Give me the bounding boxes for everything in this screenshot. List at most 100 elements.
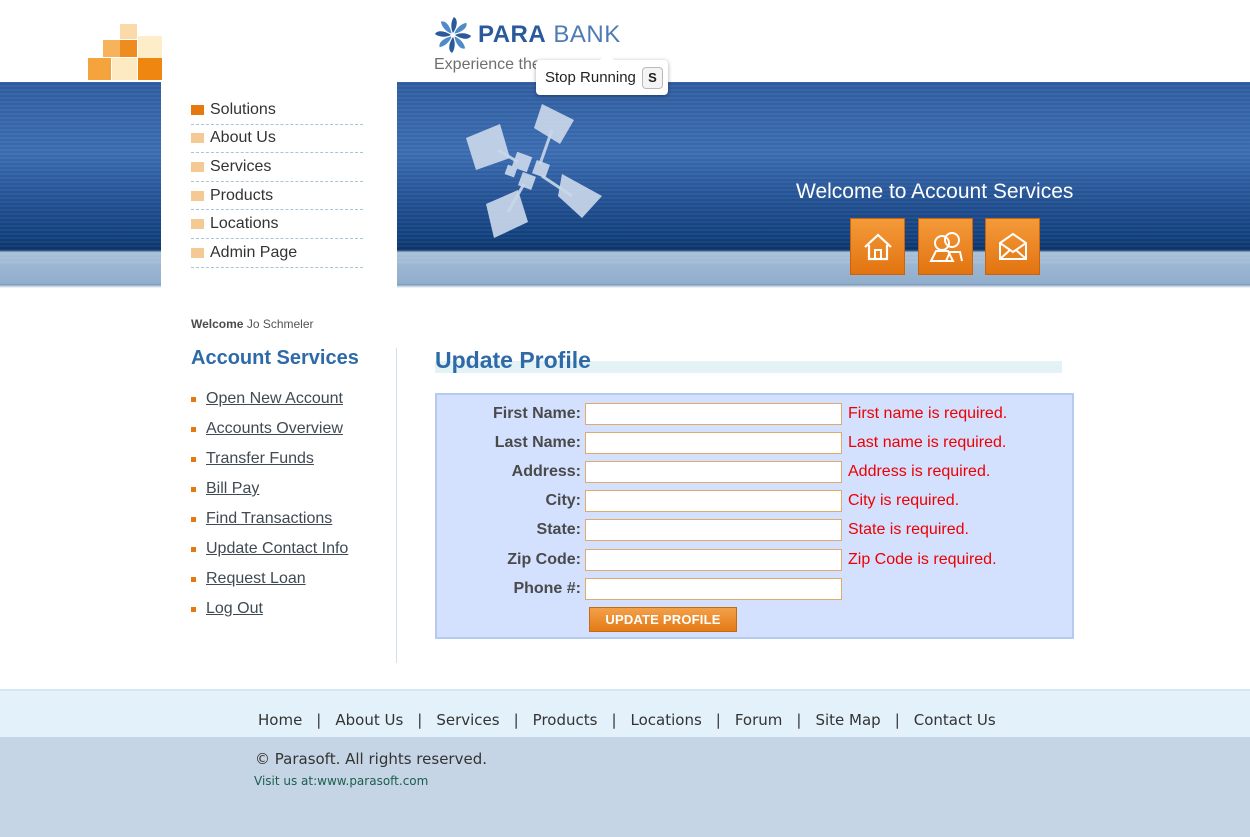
menu-item-open-new-account: Open New Account xyxy=(191,384,348,414)
last-name-label: Last Name: xyxy=(494,434,581,451)
page-title: Update Profile xyxy=(435,347,591,373)
cubes-logo-decoration xyxy=(88,24,164,82)
parasoft-link[interactable]: Visit us at:www.parasoft.com xyxy=(254,774,428,788)
city-label: City: xyxy=(545,492,581,509)
bullet-icon xyxy=(191,576,196,582)
nav-square-icon xyxy=(191,219,204,230)
nav-square-icon xyxy=(191,190,204,201)
account-services-title: Account Services xyxy=(191,347,359,369)
logo-para-text: PARA xyxy=(478,21,547,48)
footer-separator: | xyxy=(894,711,900,729)
footer-navigation: Home | About Us | Services | Products | Loca… xyxy=(258,711,996,729)
state-error: State is required. xyxy=(848,521,969,538)
footer-link-locations[interactable]: Locations xyxy=(631,711,702,729)
column-divider xyxy=(396,348,397,663)
welcome-user: Welcome Jo Schmeler xyxy=(191,317,314,331)
footer-link-services[interactable]: Services xyxy=(436,711,499,729)
top-nav-about-us[interactable]: About Us xyxy=(191,125,363,154)
first-name-error: First name is required. xyxy=(848,405,1008,422)
footer-link-contact-us[interactable]: Contact Us xyxy=(914,711,996,729)
footer-link-home[interactable]: Home xyxy=(258,711,302,729)
last-name-row: Last Name: Last name is required. xyxy=(437,432,1006,454)
nav-square-icon xyxy=(191,247,204,258)
parabank-logo[interactable]: PARA BANK xyxy=(434,15,621,55)
zip-code-label: Zip Code: xyxy=(507,551,581,568)
state-field[interactable] xyxy=(585,519,842,541)
account-services-menu: Open New Account Accounts Overview Trans… xyxy=(191,384,348,624)
top-nav-products[interactable]: Products xyxy=(191,182,363,211)
banner-title: Welcome to Account Services xyxy=(796,180,1074,203)
footer-separator: | xyxy=(611,711,617,729)
phone-label: Phone #: xyxy=(513,580,581,597)
top-nav-solutions[interactable]: Solutions xyxy=(191,96,363,125)
address-field[interactable] xyxy=(585,461,842,483)
bullet-icon xyxy=(191,516,196,522)
footer-separator: | xyxy=(513,711,519,729)
menu-item-request-loan: Request Loan xyxy=(191,564,348,594)
last-name-error: Last name is required. xyxy=(848,434,1007,451)
home-button[interactable] xyxy=(850,218,905,275)
welcome-label: Welcome xyxy=(191,317,244,331)
menu-item-log-out: Log Out xyxy=(191,594,348,624)
top-nav-label: Admin Page xyxy=(210,243,298,261)
zip-code-row: Zip Code: Zip Code is required. xyxy=(437,549,997,571)
request-loan-link[interactable]: Request Loan xyxy=(206,570,306,588)
transfer-funds-link[interactable]: Transfer Funds xyxy=(206,450,314,468)
stop-running-tooltip[interactable]: Stop Running S xyxy=(536,53,668,95)
top-nav-services[interactable]: Services xyxy=(191,153,363,182)
footer-separator: | xyxy=(417,711,423,729)
phone-field[interactable] xyxy=(585,578,842,600)
menu-item-accounts-overview: Accounts Overview xyxy=(191,414,348,444)
tooltip-label: Stop Running xyxy=(545,69,636,86)
open-new-account-link[interactable]: Open New Account xyxy=(206,390,343,408)
footer-separator: | xyxy=(796,711,802,729)
zip-code-error: Zip Code is required. xyxy=(848,551,997,568)
bullet-icon xyxy=(191,606,196,612)
bullet-icon xyxy=(191,456,196,462)
bullet-icon xyxy=(191,396,196,402)
city-field[interactable] xyxy=(585,490,842,512)
top-nav-label: Services xyxy=(210,157,272,175)
logo-bank-text: BANK xyxy=(553,21,621,48)
update-contact-info-link[interactable]: Update Contact Info xyxy=(206,540,348,558)
nav-square-icon xyxy=(191,104,204,115)
footer-separator: | xyxy=(316,711,322,729)
accounts-overview-link[interactable]: Accounts Overview xyxy=(206,420,343,438)
zip-code-field[interactable] xyxy=(585,549,842,571)
envelope-icon xyxy=(998,232,1027,260)
top-nav-locations[interactable]: Locations xyxy=(191,210,363,239)
menu-item-bill-pay: Bill Pay xyxy=(191,474,348,504)
footer-link-about-us[interactable]: About Us xyxy=(335,711,403,729)
bullet-icon xyxy=(191,546,196,552)
footer-link-site-map[interactable]: Site Map xyxy=(815,711,880,729)
people-icon xyxy=(928,231,963,262)
bill-pay-link[interactable]: Bill Pay xyxy=(206,480,259,498)
top-nav-label: Products xyxy=(210,186,274,204)
city-error: City is required. xyxy=(848,492,960,509)
address-label: Address: xyxy=(511,463,581,480)
last-name-field[interactable] xyxy=(585,432,842,454)
footer-link-forum[interactable]: Forum xyxy=(735,711,783,729)
network-graphic-icon xyxy=(466,104,602,238)
contact-people-button[interactable] xyxy=(918,218,973,275)
footer-separator: | xyxy=(715,711,721,729)
nav-square-icon xyxy=(191,161,204,172)
update-profile-button[interactable]: UPDATE PROFILE xyxy=(589,607,737,632)
find-transactions-link[interactable]: Find Transactions xyxy=(206,510,332,528)
first-name-field[interactable] xyxy=(585,403,842,425)
top-nav-admin-page[interactable]: Admin Page xyxy=(191,239,363,268)
menu-item-transfer-funds: Transfer Funds xyxy=(191,444,348,474)
bullet-icon xyxy=(191,426,196,432)
top-nav-label: Solutions xyxy=(210,100,276,118)
footer-link-products[interactable]: Products xyxy=(533,711,598,729)
logo-wordmark: PARA BANK xyxy=(478,21,621,49)
contact-mail-button[interactable] xyxy=(985,218,1040,275)
menu-item-update-contact-info: Update Contact Info xyxy=(191,534,348,564)
log-out-link[interactable]: Log Out xyxy=(206,600,263,618)
pinwheel-logo-icon xyxy=(434,16,472,54)
address-row: Address: Address is required. xyxy=(437,461,990,483)
nav-square-icon xyxy=(191,133,204,144)
top-nav-label: Locations xyxy=(210,215,279,233)
copyright-text: © Parasoft. All rights reserved. xyxy=(255,750,487,768)
menu-item-find-transactions: Find Transactions xyxy=(191,504,348,534)
